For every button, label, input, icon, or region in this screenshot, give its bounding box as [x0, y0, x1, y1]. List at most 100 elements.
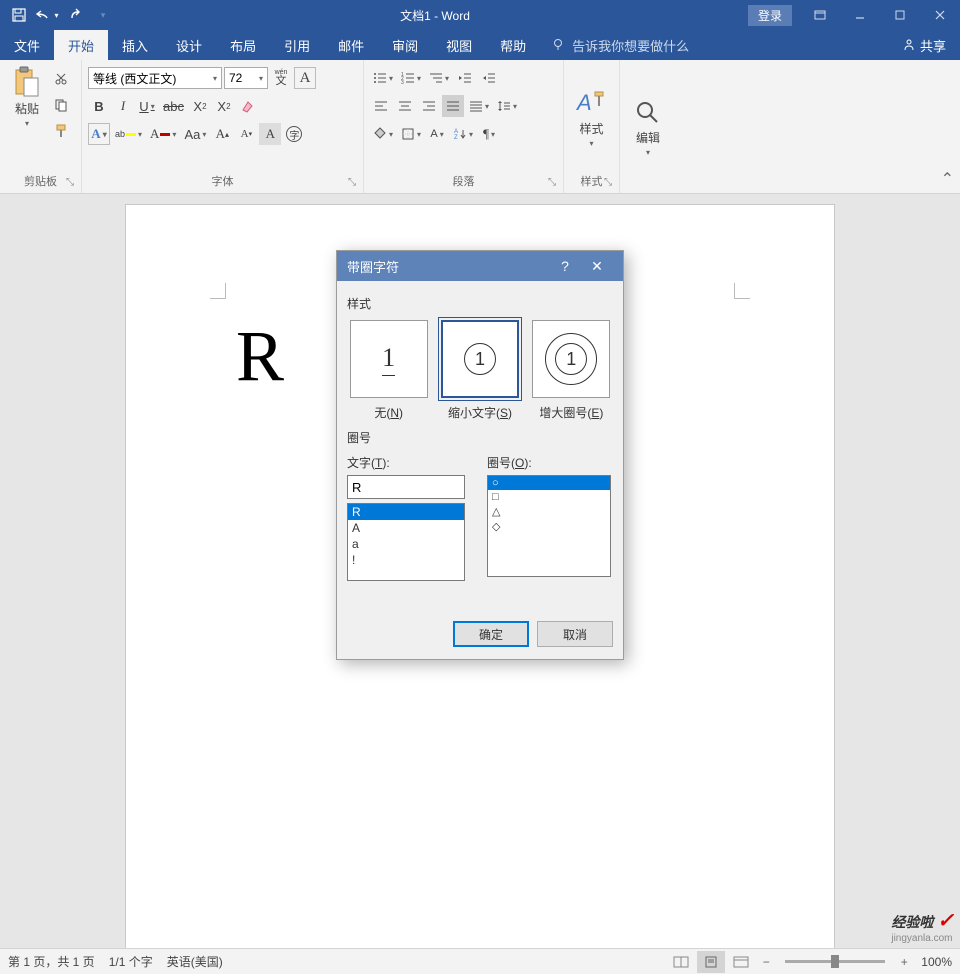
- numbering-button[interactable]: 123: [398, 67, 424, 89]
- style-option-shrink[interactable]: 1 缩小文字(S): [438, 320, 521, 421]
- clipboard-launcher-icon[interactable]: ⤡: [63, 175, 77, 189]
- tab-references[interactable]: 引用: [270, 30, 324, 60]
- list-item[interactable]: a: [348, 536, 464, 552]
- format-painter-icon[interactable]: [50, 120, 72, 142]
- align-right-button[interactable]: [418, 95, 440, 117]
- ribbon-display-icon[interactable]: [800, 0, 840, 30]
- list-item[interactable]: R: [348, 504, 464, 520]
- borders-button[interactable]: [398, 123, 424, 145]
- collapse-ribbon-icon[interactable]: ⌃: [941, 169, 954, 189]
- web-layout-icon[interactable]: [727, 951, 755, 973]
- strikethrough-button[interactable]: abc: [160, 95, 187, 117]
- sort-button[interactable]: AZ: [450, 123, 476, 145]
- underline-button[interactable]: U: [136, 95, 158, 117]
- tell-me-search[interactable]: 告诉我你想要做什么: [552, 30, 689, 60]
- align-center-button[interactable]: [394, 95, 416, 117]
- document-text[interactable]: R: [236, 315, 284, 398]
- increase-indent-button[interactable]: [478, 67, 500, 89]
- read-mode-icon[interactable]: [667, 951, 695, 973]
- tab-help[interactable]: 帮助: [486, 30, 540, 60]
- character-shading-button[interactable]: A: [259, 123, 281, 145]
- decrease-indent-button[interactable]: [454, 67, 476, 89]
- editing-button[interactable]: 编辑 ▾: [626, 64, 670, 191]
- maximize-icon[interactable]: [880, 0, 920, 30]
- zoom-in-button[interactable]: +: [895, 955, 913, 969]
- justify-button[interactable]: [442, 95, 464, 117]
- style-option-enlarge[interactable]: 1 增大圈号(E): [530, 320, 613, 421]
- clear-formatting-icon[interactable]: [237, 95, 259, 117]
- list-item[interactable]: △: [488, 504, 610, 519]
- distribute-button[interactable]: [466, 95, 492, 117]
- save-icon[interactable]: [6, 2, 32, 28]
- subscript-button[interactable]: X2: [189, 95, 211, 117]
- asian-layout-button[interactable]: A: [426, 123, 448, 145]
- line-spacing-button[interactable]: [494, 95, 520, 117]
- minimize-icon[interactable]: [840, 0, 880, 30]
- paste-icon: [12, 66, 42, 98]
- copy-icon[interactable]: [50, 94, 72, 116]
- phonetic-char: 文: [276, 76, 287, 87]
- language-status[interactable]: 英语(美国): [167, 953, 223, 970]
- bold-button[interactable]: B: [88, 95, 110, 117]
- align-left-button[interactable]: [370, 95, 392, 117]
- shading-button[interactable]: [370, 123, 396, 145]
- tab-file[interactable]: 文件: [0, 30, 54, 60]
- zoom-out-button[interactable]: −: [757, 955, 775, 969]
- tab-view[interactable]: 视图: [432, 30, 486, 60]
- font-size-select[interactable]: 72▾: [224, 67, 268, 89]
- bullets-button[interactable]: [370, 67, 396, 89]
- zoom-slider[interactable]: [785, 960, 885, 963]
- enclosure-listbox[interactable]: ○ □ △ ◇: [487, 475, 611, 577]
- grow-font-button[interactable]: A▴: [211, 123, 233, 145]
- ok-button[interactable]: 确定: [453, 621, 529, 647]
- paste-button[interactable]: 粘贴 ▾: [6, 64, 48, 171]
- close-icon[interactable]: [920, 0, 960, 30]
- text-input[interactable]: [347, 475, 465, 499]
- tab-home[interactable]: 开始: [54, 30, 108, 60]
- login-button[interactable]: 登录: [748, 5, 792, 26]
- highlight-button[interactable]: ab: [112, 123, 145, 145]
- style-option-none[interactable]: 1 无(N): [347, 320, 430, 421]
- change-case-button[interactable]: Aa: [181, 123, 209, 145]
- dialog-help-icon[interactable]: ?: [549, 251, 581, 281]
- enclose-characters-button[interactable]: 字: [283, 123, 305, 145]
- show-hide-button[interactable]: ¶: [478, 123, 500, 145]
- list-item[interactable]: □: [488, 490, 610, 504]
- lightbulb-icon: [552, 38, 566, 52]
- styles-button[interactable]: A 样式 ▾: [570, 64, 613, 171]
- font-launcher-icon[interactable]: ⤡: [345, 175, 359, 189]
- list-item[interactable]: A: [348, 520, 464, 536]
- text-listbox[interactable]: R A a !: [347, 503, 465, 581]
- multilevel-list-button[interactable]: [426, 67, 452, 89]
- text-field-label: 文字(T):: [347, 454, 473, 471]
- page-status[interactable]: 第 1 页，共 1 页: [8, 953, 95, 970]
- italic-button[interactable]: I: [112, 95, 134, 117]
- list-item[interactable]: ◇: [488, 519, 610, 534]
- superscript-button[interactable]: X2: [213, 95, 235, 117]
- list-item[interactable]: !: [348, 552, 464, 568]
- tab-layout[interactable]: 布局: [216, 30, 270, 60]
- styles-launcher-icon[interactable]: ⤡: [601, 175, 615, 189]
- print-layout-icon[interactable]: [697, 951, 725, 973]
- word-count[interactable]: 1/1 个字: [109, 953, 153, 970]
- tab-design[interactable]: 设计: [162, 30, 216, 60]
- cut-icon[interactable]: [50, 68, 72, 90]
- font-name-select[interactable]: 等线 (西文正文)▾: [88, 67, 222, 89]
- redo-icon[interactable]: [62, 2, 88, 28]
- qat-customize-icon[interactable]: ▾: [90, 2, 116, 28]
- cancel-button[interactable]: 取消: [537, 621, 613, 647]
- tab-mail[interactable]: 邮件: [324, 30, 378, 60]
- shrink-font-button[interactable]: A▾: [235, 123, 257, 145]
- zoom-level[interactable]: 100%: [921, 955, 952, 969]
- share-button[interactable]: 共享: [902, 36, 946, 55]
- tab-insert[interactable]: 插入: [108, 30, 162, 60]
- text-effects-button[interactable]: A: [88, 123, 110, 145]
- tab-review[interactable]: 审阅: [378, 30, 432, 60]
- undo-icon[interactable]: ▾: [34, 2, 60, 28]
- paragraph-launcher-icon[interactable]: ⤡: [545, 175, 559, 189]
- dialog-close-icon[interactable]: ✕: [581, 251, 613, 281]
- font-color-button[interactable]: A: [147, 123, 179, 145]
- list-item[interactable]: ○: [488, 476, 610, 490]
- phonetic-guide-button[interactable]: wén文: [270, 67, 292, 89]
- character-border-button[interactable]: A: [294, 67, 316, 89]
